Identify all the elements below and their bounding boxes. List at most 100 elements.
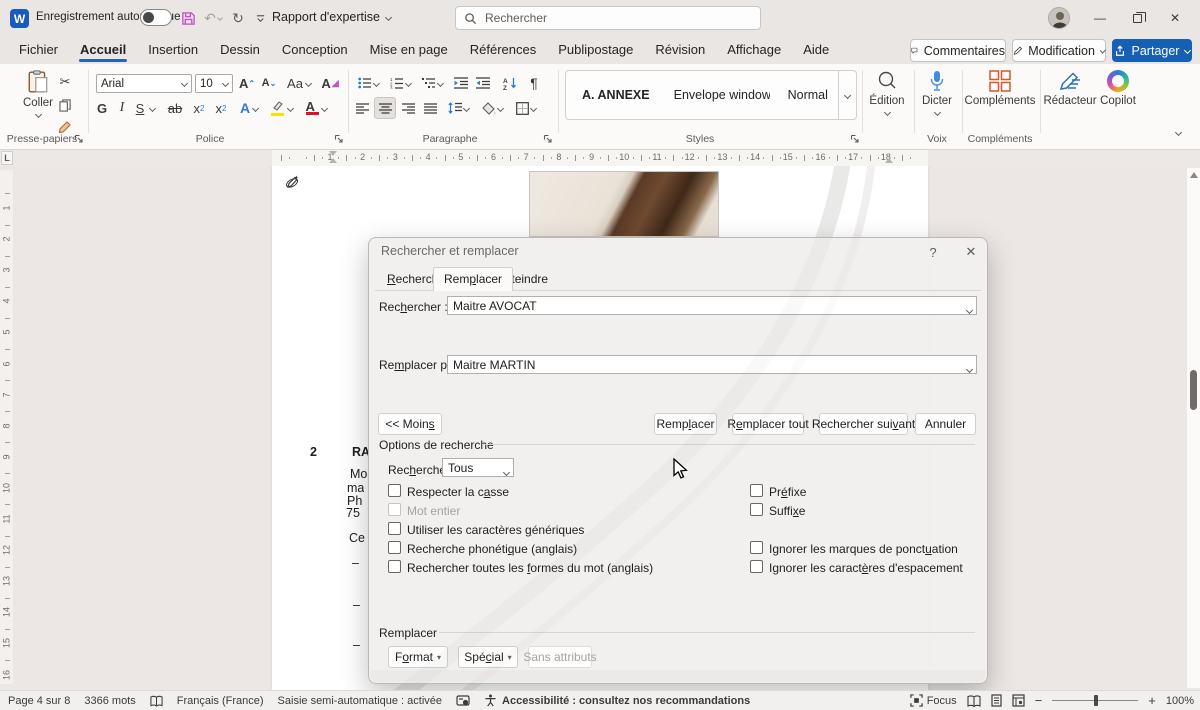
increase-indent-button[interactable]: [472, 73, 494, 93]
ignore-space-checkbox[interactable]: [750, 560, 763, 573]
zoom-in-button[interactable]: +: [1148, 693, 1156, 708]
proofing-button[interactable]: [150, 695, 163, 707]
borders-button[interactable]: [512, 98, 540, 118]
recording-button[interactable]: [456, 694, 470, 707]
right-indent-marker[interactable]: [885, 158, 893, 163]
tab-selector[interactable]: L: [1, 151, 13, 165]
copy-button[interactable]: [56, 95, 74, 115]
comments-button[interactable]: Commentaires: [910, 39, 1006, 62]
wildcards-checkbox[interactable]: [388, 522, 401, 535]
tab-publipostage[interactable]: Publipostage: [547, 36, 644, 63]
tab-accueil[interactable]: Accueil: [69, 36, 137, 63]
justify-button[interactable]: [420, 98, 440, 118]
addins-button[interactable]: Compléments: [964, 70, 1036, 107]
clipboard-dialog-launcher[interactable]: [74, 134, 84, 144]
format-button[interactable]: Format▾: [388, 646, 448, 668]
paragraph-dialog-launcher[interactable]: [543, 134, 553, 144]
search-input[interactable]: Rechercher: [455, 6, 761, 30]
paste-button[interactable]: Coller: [16, 70, 60, 117]
suffix-label[interactable]: Suffixe: [769, 504, 805, 518]
show-marks-button[interactable]: ¶: [524, 73, 544, 93]
zoom-slider[interactable]: [1052, 700, 1138, 701]
multilevel-list-button[interactable]: [418, 73, 446, 93]
strikethrough-button[interactable]: ab: [164, 98, 186, 118]
copilot-button[interactable]: Copilot: [1096, 70, 1140, 107]
tab-fichier[interactable]: Fichier: [8, 36, 69, 63]
search-scope-combobox[interactable]: Tous: [442, 458, 514, 477]
share-button[interactable]: Partager: [1112, 39, 1192, 62]
qat-customize-button[interactable]: [250, 8, 270, 28]
prefix-label[interactable]: Préfixe: [769, 485, 806, 499]
editor-button[interactable]: Rédacteur: [1042, 70, 1098, 107]
dialog-help-button[interactable]: ?: [922, 242, 944, 262]
replace-all-button[interactable]: Remplacer tout: [732, 413, 804, 435]
editing-mode-button[interactable]: Modification: [1012, 39, 1106, 62]
page-indicator[interactable]: Page 4 sur 8: [8, 695, 70, 707]
find-next-button[interactable]: Rechercher suivant: [819, 413, 908, 435]
avatar[interactable]: [1048, 7, 1070, 29]
text-effects-button[interactable]: A: [236, 98, 262, 118]
styles-gallery-more-button[interactable]: [838, 71, 856, 119]
zoom-level[interactable]: 100%: [1166, 695, 1194, 707]
special-button[interactable]: Spécial▾: [458, 646, 518, 668]
grow-font-button[interactable]: A⌃: [236, 73, 258, 93]
tab-revision[interactable]: Révision: [644, 36, 716, 63]
tab-aide[interactable]: Aide: [792, 36, 840, 63]
document-photo[interactable]: [530, 172, 718, 236]
tab-insertion[interactable]: Insertion: [137, 36, 209, 63]
ignore-space-label[interactable]: Ignorer les caractères d'espacement: [769, 561, 963, 575]
tab-dessin[interactable]: Dessin: [209, 36, 271, 63]
collapse-ribbon-icon[interactable]: [1175, 129, 1182, 136]
accessibility-status[interactable]: Accessibilité : consultez nos recommanda…: [484, 694, 750, 707]
font-size-combobox[interactable]: 10: [195, 74, 233, 93]
change-case-button[interactable]: Aa: [284, 73, 314, 93]
web-layout-button[interactable]: [1012, 694, 1025, 707]
language-indicator[interactable]: Français (France): [177, 695, 264, 707]
read-mode-button[interactable]: [967, 695, 981, 707]
find-dropdown-icon[interactable]: [966, 307, 973, 314]
ignore-punct-checkbox[interactable]: [750, 541, 763, 554]
save-button[interactable]: [178, 8, 198, 28]
ignore-punct-label[interactable]: Ignorer les marques de ponctuation: [769, 542, 958, 556]
suffix-checkbox[interactable]: [750, 503, 763, 516]
superscript-button[interactable]: x2: [210, 98, 232, 118]
copilot-margin-icon[interactable]: [285, 174, 300, 190]
clear-formatting-button[interactable]: A◢: [318, 73, 342, 93]
italic-button[interactable]: I: [113, 98, 131, 118]
undo-button[interactable]: ↶: [200, 8, 226, 28]
replace-input[interactable]: Maitre MARTIN: [447, 355, 977, 374]
scroll-up-icon[interactable]: [1190, 172, 1198, 178]
redo-button[interactable]: ↻: [228, 8, 248, 28]
cancel-button[interactable]: Annuler: [915, 413, 976, 435]
subscript-button[interactable]: x2: [188, 98, 210, 118]
zoom-out-button[interactable]: −: [1035, 693, 1043, 708]
h-ruler[interactable]: 123456789101112131415161718: [272, 150, 928, 166]
underline-button[interactable]: S: [131, 98, 149, 118]
underline-chevron-icon[interactable]: [149, 105, 156, 112]
dialog-tab-remplacer[interactable]: Remplacer: [433, 267, 513, 291]
v-ruler[interactable]: 12345678910111213141516: [0, 170, 13, 684]
match-case-label[interactable]: Respecter la casse: [407, 485, 509, 499]
sort-button[interactable]: AZ: [498, 73, 522, 93]
align-center-button[interactable]: [374, 97, 396, 119]
tab-conception[interactable]: Conception: [271, 36, 359, 63]
word-count[interactable]: 3366 mots: [84, 695, 135, 707]
first-line-indent-marker[interactable]: [329, 151, 337, 156]
prefix-checkbox[interactable]: [750, 484, 763, 497]
focus-mode-button[interactable]: Focus: [910, 694, 957, 707]
line-spacing-button[interactable]: [444, 98, 472, 118]
highlight-button[interactable]: [268, 98, 296, 118]
match-case-checkbox[interactable]: [388, 484, 401, 497]
style-annexe[interactable]: A. ANNEXE: [582, 88, 650, 102]
dialog-close-button[interactable]: ✕: [960, 242, 982, 262]
tab-affichage[interactable]: Affichage: [716, 36, 792, 63]
hanging-indent-marker[interactable]: [329, 158, 337, 163]
bold-button[interactable]: G: [92, 98, 112, 118]
print-layout-button[interactable]: [991, 694, 1002, 707]
sounds-like-checkbox[interactable]: [388, 541, 401, 554]
replace-dropdown-icon[interactable]: [966, 366, 973, 373]
editing-button[interactable]: Édition: [864, 70, 910, 115]
scrollbar-thumb[interactable]: [1190, 370, 1197, 410]
less-button[interactable]: << Moins: [378, 413, 442, 435]
decrease-indent-button[interactable]: [450, 73, 472, 93]
